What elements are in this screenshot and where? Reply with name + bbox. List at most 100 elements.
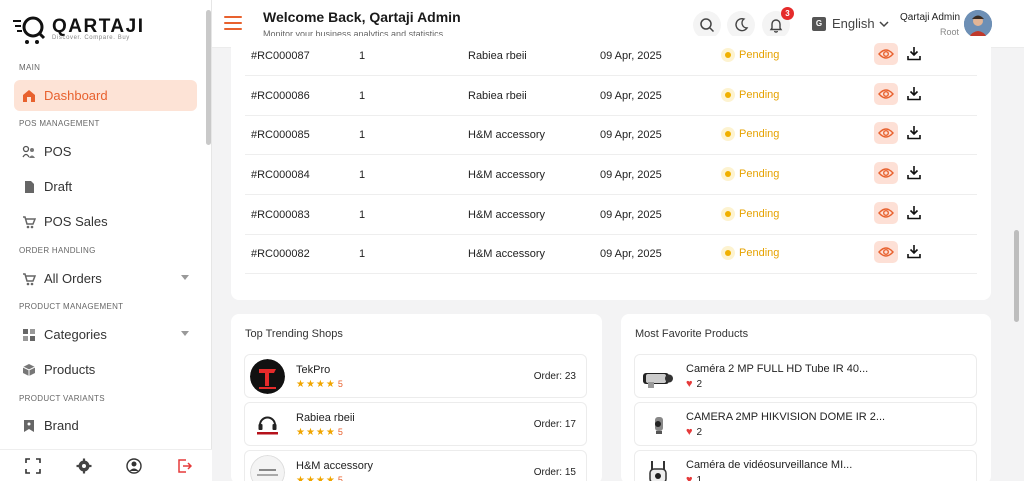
status-badge: Pending xyxy=(721,207,779,221)
section-orders: ORDER HANDLING xyxy=(19,246,96,255)
sidebar: QARTAJI Discover. Compare. Buy MAIN Dash… xyxy=(0,0,212,481)
table-row[interactable]: #RC000084 1 H&M accessory 09 Apr, 2025 Pendi… xyxy=(245,155,977,195)
sidebar-item-pos-sales[interactable]: POS Sales xyxy=(14,206,197,237)
download-invoice-button[interactable] xyxy=(902,120,926,144)
brand-name: QARTAJI xyxy=(52,16,145,37)
eye-icon xyxy=(878,49,894,59)
view-order-button[interactable] xyxy=(874,202,898,224)
sidebar-item-dashboard[interactable]: Dashboard xyxy=(14,80,197,111)
recent-orders-table: #RC000087 1 Rabiea rbeii 09 Apr, 2025 Pendin… xyxy=(231,36,991,300)
shop-logo-hm-accessory xyxy=(250,455,285,481)
sidebar-item-products[interactable]: Products xyxy=(14,354,197,385)
table-row[interactable]: #RC000083 1 H&M accessory 09 Apr, 2025 Pendi… xyxy=(245,195,977,235)
user-profile-icon[interactable] xyxy=(126,458,142,474)
box-icon xyxy=(22,363,36,377)
sidebar-item-pos[interactable]: POS xyxy=(14,136,197,167)
sidebar-item-brand[interactable]: Brand xyxy=(14,410,197,441)
brand-logo[interactable]: QARTAJI Discover. Compare. Buy xyxy=(12,12,144,46)
gear-icon[interactable] xyxy=(76,458,92,474)
list-item[interactable]: Caméra de vidéosurveillance MI... ♥ 1 xyxy=(634,450,977,481)
rating-stars: ★★★★ 5 xyxy=(296,379,344,390)
language-select[interactable]: G English xyxy=(812,16,889,31)
sidebar-scrollbar[interactable] xyxy=(206,10,211,145)
most-favorite-products-card: Most Favorite Products Caméra 2 MP FULL … xyxy=(621,314,991,481)
shop-name: H&M accessory xyxy=(468,169,546,181)
list-item[interactable]: Rabiea rbeii ★★★★ 5 Order: 17 xyxy=(244,402,587,446)
download-invoice-button[interactable] xyxy=(902,200,926,224)
main-scrollbar[interactable] xyxy=(1014,230,1019,322)
sidebar-item-label: POS xyxy=(44,144,72,159)
view-order-button[interactable] xyxy=(874,83,898,105)
status-dot-icon xyxy=(721,88,735,102)
heart-icon: ♥ xyxy=(686,474,693,481)
section-variants: PRODUCT VARIANTS xyxy=(19,394,105,403)
sidebar-item-categories[interactable]: Categories xyxy=(14,319,197,350)
view-order-button[interactable] xyxy=(874,122,898,144)
bell-icon xyxy=(769,19,783,33)
list-item[interactable]: CAMERA 2MP HIKVISION DOME IR 2... ♥ 2 xyxy=(634,402,977,446)
table-row[interactable]: #RC000087 1 Rabiea rbeii 09 Apr, 2025 Pendin… xyxy=(245,36,977,76)
sidebar-item-label: Products xyxy=(44,362,96,377)
sidebar-item-all-orders[interactable]: All Orders xyxy=(14,263,197,294)
section-products: PRODUCT MANAGEMENT xyxy=(19,302,124,311)
download-icon xyxy=(907,46,921,60)
download-invoice-button[interactable] xyxy=(902,239,926,263)
download-invoice-button[interactable] xyxy=(902,81,926,105)
view-order-button[interactable] xyxy=(874,162,898,184)
order-id: #RC000082 xyxy=(251,248,310,260)
top-trending-shops-card: Top Trending Shops TekPro ★★★★ 5 Order: 2… xyxy=(231,314,602,481)
search-button[interactable] xyxy=(693,11,721,39)
chevron-down-icon xyxy=(879,20,889,27)
sidebar-item-label: All Orders xyxy=(44,271,102,286)
logout-icon[interactable] xyxy=(176,458,192,474)
avatar[interactable] xyxy=(964,10,992,38)
status-dot-icon xyxy=(721,48,735,62)
order-count: Order: 15 xyxy=(533,467,576,478)
menu-toggle-icon[interactable] xyxy=(224,16,242,30)
sidebar-footer xyxy=(0,449,212,481)
view-order-button[interactable] xyxy=(874,241,898,263)
likes-count: ♥ 1 xyxy=(686,474,702,481)
status-dot-icon xyxy=(721,246,735,260)
status-dot-icon xyxy=(721,207,735,221)
view-order-button[interactable] xyxy=(874,43,898,65)
eye-icon xyxy=(878,89,894,99)
order-qty: 1 xyxy=(359,90,366,102)
table-row[interactable]: #RC000085 1 H&M accessory 09 Apr, 2025 Pendi… xyxy=(245,115,977,155)
order-date: 09 Apr, 2025 xyxy=(600,90,662,102)
eye-icon xyxy=(878,128,894,138)
likes-count: ♥ 2 xyxy=(686,378,703,390)
cart-logo-icon xyxy=(12,12,48,46)
theme-toggle-button[interactable] xyxy=(727,11,755,39)
list-item[interactable]: TekPro ★★★★ 5 Order: 23 xyxy=(244,354,587,398)
cart-icon xyxy=(22,272,36,286)
product-name: CAMERA 2MP HIKVISION DOME IR 2... xyxy=(686,411,886,423)
list-item[interactable]: Caméra 2 MP FULL HD Tube IR 40... ♥ 2 xyxy=(634,354,977,398)
sidebar-item-draft[interactable]: Draft xyxy=(14,171,197,202)
grid-icon xyxy=(22,328,36,342)
chevron-down-icon xyxy=(181,331,189,336)
sidebar-item-label: Draft xyxy=(44,179,73,194)
table-row[interactable]: #RC000082 1 H&M accessory 09 Apr, 2025 Pendi… xyxy=(245,234,977,274)
status-dot-icon xyxy=(721,167,735,181)
page-title: Welcome Back, Qartaji Admin xyxy=(263,9,461,25)
sidebar-item-label: POS Sales xyxy=(44,214,108,229)
eye-icon xyxy=(878,168,894,178)
download-invoice-button[interactable] xyxy=(902,41,926,65)
eye-icon xyxy=(878,208,894,218)
fullscreen-icon[interactable] xyxy=(25,458,41,474)
eye-icon xyxy=(878,247,894,257)
table-row[interactable]: #RC000086 1 Rabiea rbeii 09 Apr, 2025 Pendin… xyxy=(245,76,977,116)
order-id: #RC000085 xyxy=(251,129,310,141)
rating-value: 5 xyxy=(337,475,344,481)
user-name: Qartaji Admin xyxy=(900,12,961,23)
heart-icon: ♥ xyxy=(686,378,693,390)
download-icon xyxy=(907,86,921,100)
language-label: English xyxy=(832,16,875,31)
download-invoice-button[interactable] xyxy=(902,160,926,184)
product-image-camera-mi xyxy=(640,457,676,481)
list-item[interactable]: H&M accessory ★★★★ 5 Order: 15 xyxy=(244,450,587,481)
order-date: 09 Apr, 2025 xyxy=(600,248,662,260)
order-date: 09 Apr, 2025 xyxy=(600,169,662,181)
heart-icon: ♥ xyxy=(686,426,693,438)
